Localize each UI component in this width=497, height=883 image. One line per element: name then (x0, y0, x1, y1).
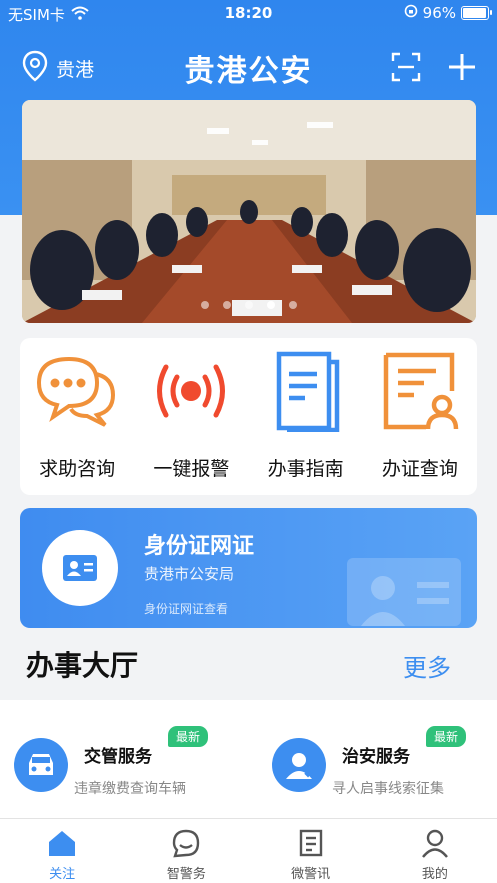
quick-action-label: 办证查询 (381, 458, 458, 480)
tab-mine[interactable]: 我的 (373, 819, 497, 883)
tab-follow[interactable]: 关注 (0, 819, 124, 883)
user-icon (419, 827, 451, 859)
carousel-indicators (22, 301, 476, 309)
battery-percent: 96% (422, 4, 456, 22)
banner-carousel[interactable] (22, 100, 476, 323)
id-card-icon (42, 530, 118, 606)
car-icon (14, 738, 68, 792)
tab-police-news[interactable]: 微警讯 (249, 819, 373, 883)
nav-bar: 贵港 贵港公安 (0, 38, 497, 94)
bottom-tab-bar: 关注 智警务 微警讯 我的 (0, 818, 497, 883)
service-list: 交管服务 违章缴费查询车辆 最新 治安服务 寻人启事线索征集 最新 (0, 700, 497, 818)
id-card-title: 身份证网证 (144, 534, 255, 559)
tab-label: 智警务 (166, 867, 206, 882)
quick-action-label: 办事指南 (267, 458, 344, 480)
quick-action-help[interactable]: 求助咨询 (20, 338, 134, 495)
alarm-signal-icon (146, 348, 236, 434)
certificate-user-icon (375, 348, 465, 434)
quick-action-label: 一键报警 (153, 458, 230, 480)
quick-action-certificate[interactable]: 办证查询 (363, 338, 477, 495)
service-desc: 违章缴费查询车辆 (74, 781, 186, 797)
chat-bubbles-icon (32, 348, 122, 434)
carousel-dot[interactable] (289, 301, 297, 309)
status-bar: 无SIM卡 18:20 96% (0, 0, 497, 28)
service-hall-header: 办事大厅 更多 (0, 632, 497, 700)
service-public-security[interactable]: 治安服务 寻人启事线索征集 最新 (272, 726, 497, 798)
id-card-decoration (347, 558, 461, 626)
chat-face-icon (170, 827, 202, 859)
tab-label: 微警讯 (291, 867, 331, 882)
tab-smart-police[interactable]: 智警务 (124, 819, 248, 883)
more-link[interactable]: 更多 (403, 648, 451, 683)
quick-action-label: 求助咨询 (39, 458, 116, 480)
quick-actions-card: 求助咨询 一键报警 办事指南 办证查询 (20, 338, 477, 495)
carousel-dot[interactable] (245, 301, 253, 309)
plus-icon[interactable] (445, 50, 479, 84)
id-card-subtitle: 贵港市公安局 (144, 565, 235, 583)
id-card-link[interactable]: 身份证网证查看 (144, 600, 228, 617)
banner-image (22, 100, 476, 323)
new-badge: 最新 (168, 726, 209, 747)
service-traffic[interactable]: 交管服务 违章缴费查询车辆 最新 (14, 726, 244, 798)
rotation-lock-icon (404, 4, 418, 22)
tab-label: 关注 (49, 867, 76, 882)
quick-action-alarm[interactable]: 一键报警 (134, 338, 248, 495)
service-title: 治安服务 (342, 747, 410, 767)
scan-icon[interactable] (389, 50, 423, 84)
document-guide-icon (261, 348, 351, 434)
new-badge: 最新 (426, 726, 467, 747)
section-title: 办事大厅 (26, 649, 139, 682)
carousel-dot[interactable] (223, 301, 231, 309)
service-desc: 寻人启事线索征集 (332, 781, 444, 797)
id-card-banner[interactable]: 身份证网证 贵港市公安局 身份证网证查看 (20, 508, 477, 628)
carousel-dot[interactable] (201, 301, 209, 309)
battery-icon (461, 6, 492, 20)
quick-action-guide[interactable]: 办事指南 (249, 338, 363, 495)
carousel-dot[interactable] (267, 301, 275, 309)
home-icon (46, 827, 78, 859)
person-icon (272, 738, 326, 792)
service-title: 交管服务 (84, 747, 152, 767)
tab-label: 我的 (421, 867, 448, 882)
news-icon (295, 827, 327, 859)
